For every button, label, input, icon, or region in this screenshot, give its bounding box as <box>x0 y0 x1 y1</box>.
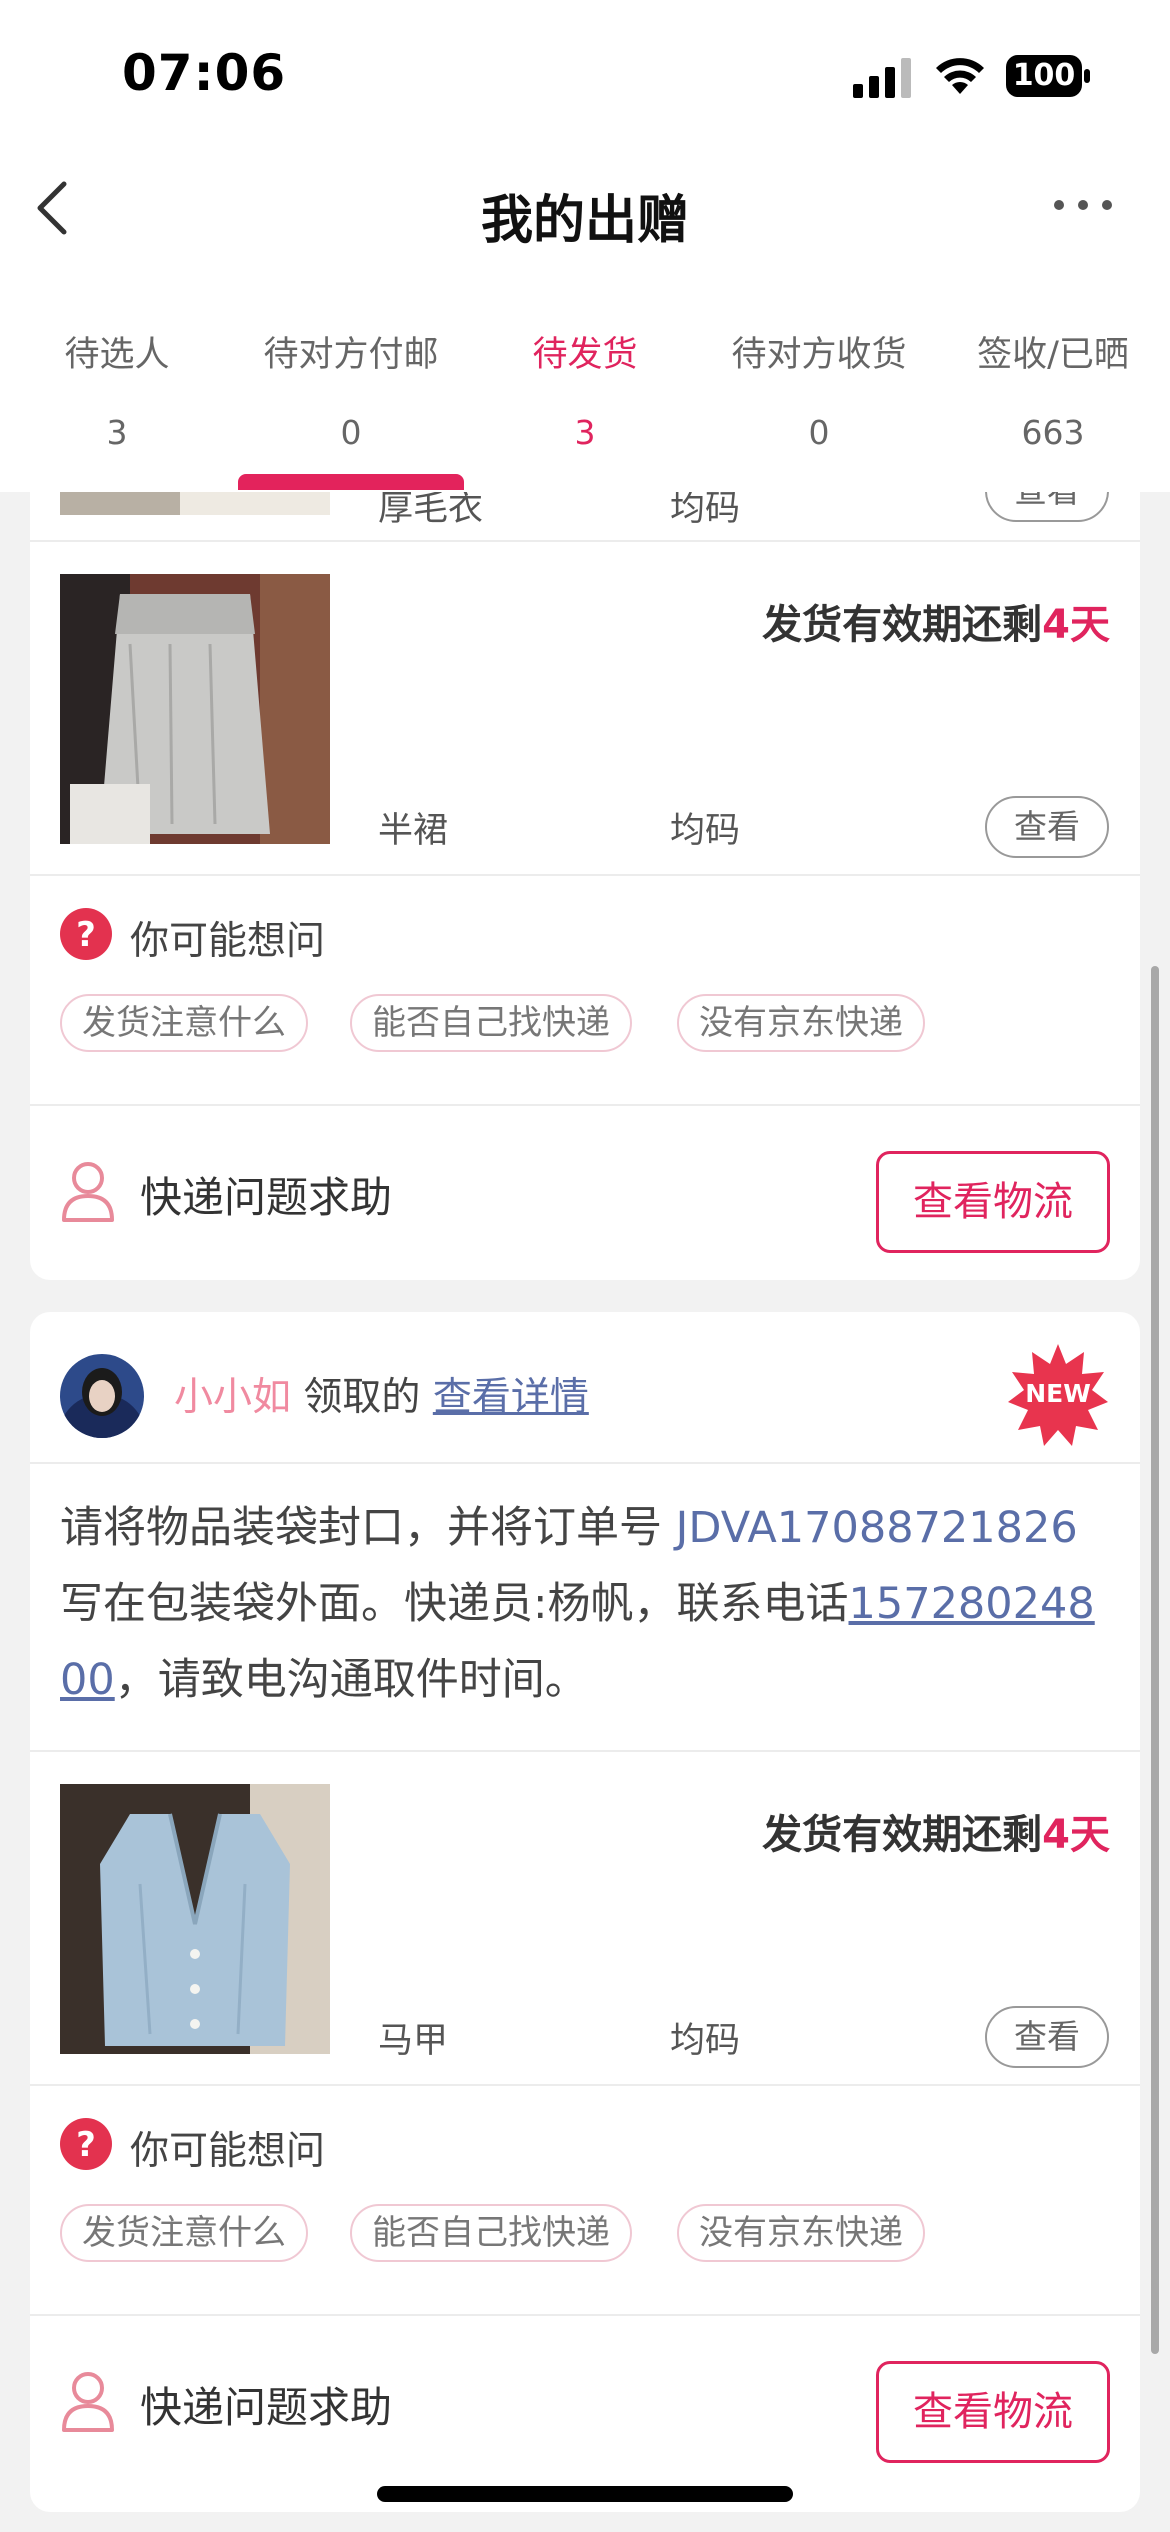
question-icon: ? <box>60 2118 112 2170</box>
item-thumbnail[interactable] <box>60 574 330 844</box>
page-title: 我的出赠 <box>480 191 689 251</box>
scrollbar[interactable] <box>1151 966 1159 2354</box>
more-options-icon[interactable] <box>1048 190 1118 220</box>
faq-chip[interactable]: 发货注意什么 <box>60 994 308 1052</box>
new-badge: NEW <box>1006 1342 1110 1446</box>
faq-title: 你可能想问 <box>130 919 326 964</box>
divider <box>30 1104 1140 1106</box>
instruction-text: ，请致电沟通取件时间。 <box>114 1655 588 1705</box>
divider <box>30 2314 1140 2316</box>
view-logistics-button[interactable]: 查看物流 <box>876 2361 1110 2463</box>
active-tab-indicator <box>238 474 464 490</box>
wifi-icon <box>936 58 984 94</box>
tab-count: 663 <box>1021 413 1085 452</box>
view-logistics-button[interactable]: 查看物流 <box>876 1151 1110 1253</box>
person-icon <box>62 2372 114 2432</box>
shipping-deadline: 发货有效期还剩4天 <box>762 592 1110 650</box>
tab-label: 待选人 <box>64 335 170 375</box>
claimer-suffix: 领取的 <box>291 1375 433 1420</box>
faq-chip[interactable]: 没有京东快递 <box>677 2204 925 2262</box>
tab-pending-selection[interactable]: 待选人 3 <box>0 270 234 492</box>
person-icon <box>62 1162 114 1222</box>
battery-icon: 100 <box>1006 55 1090 97</box>
question-icon: ? <box>60 908 112 960</box>
tab-label: 待对方收货 <box>731 335 907 375</box>
tab-pending-receipt[interactable]: 待对方收货 0 <box>702 270 936 492</box>
nav-bar: 我的出赠 <box>0 150 1170 270</box>
tab-signed-shared[interactable]: 签收/已晒 663 <box>936 270 1170 492</box>
item-name: 马甲 <box>378 2021 449 2061</box>
divider <box>30 874 1140 876</box>
item-size: 均码 <box>670 2021 741 2061</box>
faq-chip[interactable]: 能否自己找快递 <box>350 2204 632 2262</box>
tab-count: 0 <box>340 413 362 452</box>
view-details-link[interactable]: 查看详情 <box>433 1375 589 1420</box>
instruction-text: 请将物品装袋封口，并将订单号 <box>60 1503 676 1553</box>
view-button[interactable]: 查看 <box>985 796 1109 858</box>
cellular-signal-icon <box>853 58 911 98</box>
deadline-prefix: 发货有效期还剩 <box>762 1812 1043 1858</box>
shipping-instruction: 请将物品装袋封口，并将订单号 JDVA17088721826 写在包装袋外面。快… <box>60 1490 1120 1718</box>
tab-count: 0 <box>808 413 830 452</box>
deadline-prefix: 发货有效期还剩 <box>762 602 1043 648</box>
svg-text:?: ? <box>76 915 96 955</box>
tab-label: 待发货 <box>532 335 638 375</box>
claimer-name[interactable]: 小小如 <box>174 1375 291 1420</box>
battery-level: 100 <box>1012 58 1076 93</box>
item-name: 半裙 <box>378 811 449 851</box>
order-list[interactable]: 厚毛衣 均码 查看 发货有效期还剩4天 半裙 均码 查看 ? 你可能想问 发货注… <box>0 492 1170 2532</box>
svg-text:?: ? <box>76 2125 96 2165</box>
faq-chip[interactable]: 发货注意什么 <box>60 2204 308 2262</box>
divider <box>30 540 1140 542</box>
view-button[interactable]: 查看 <box>985 2006 1109 2068</box>
item-thumbnail[interactable] <box>60 492 330 515</box>
divider <box>30 1750 1140 1752</box>
courier-help-label[interactable]: 快递问题求助 <box>140 2374 392 2435</box>
status-time: 07:06 <box>122 44 287 102</box>
view-button[interactable]: 查看 <box>985 492 1109 522</box>
status-tabs: 待选人 3 待对方付邮 0 待发货 3 待对方收货 0 签收/已晒 663 <box>0 270 1170 492</box>
item-size: 均码 <box>670 811 741 851</box>
tab-label: 签收/已晒 <box>977 335 1129 375</box>
order-number[interactable]: JDVA17088721826 <box>676 1503 1078 1553</box>
tab-label: 待对方付邮 <box>263 335 439 375</box>
tab-pending-shipment[interactable]: 待发货 3 <box>468 270 702 492</box>
item-thumbnail[interactable] <box>60 1784 330 2054</box>
divider <box>30 2084 1140 2086</box>
divider <box>30 1462 1140 1464</box>
claimer-line: 小小如 领取的 查看详情 <box>174 1366 589 1422</box>
order-card: 小小如 领取的 查看详情 NEW 请将物品装袋封口，并将订单号 JDVA1708… <box>30 1312 1140 2512</box>
instruction-text: 写在包装袋外面。快递员:杨帆，联系电话 <box>60 1579 849 1629</box>
deadline-days: 4天 <box>1042 1812 1110 1858</box>
courier-help-label[interactable]: 快递问题求助 <box>140 1164 392 1225</box>
new-badge-label: NEW <box>1025 1379 1091 1408</box>
faq-chip[interactable]: 没有京东快递 <box>677 994 925 1052</box>
item-name: 厚毛衣 <box>378 492 484 529</box>
item-size: 均码 <box>670 492 741 529</box>
tab-count: 3 <box>106 413 128 452</box>
faq-title: 你可能想问 <box>130 2129 326 2174</box>
status-bar: 07:06 100 <box>0 0 1170 150</box>
faq-chip[interactable]: 能否自己找快递 <box>350 994 632 1052</box>
tab-count: 3 <box>574 413 596 452</box>
tab-pending-postage[interactable]: 待对方付邮 0 <box>234 270 468 492</box>
shipping-deadline: 发货有效期还剩4天 <box>762 1802 1110 1860</box>
order-card: 厚毛衣 均码 查看 发货有效期还剩4天 半裙 均码 查看 ? 你可能想问 发货注… <box>30 492 1140 1280</box>
avatar[interactable] <box>60 1354 144 1438</box>
deadline-days: 4天 <box>1042 602 1110 648</box>
home-indicator[interactable] <box>377 2486 793 2502</box>
